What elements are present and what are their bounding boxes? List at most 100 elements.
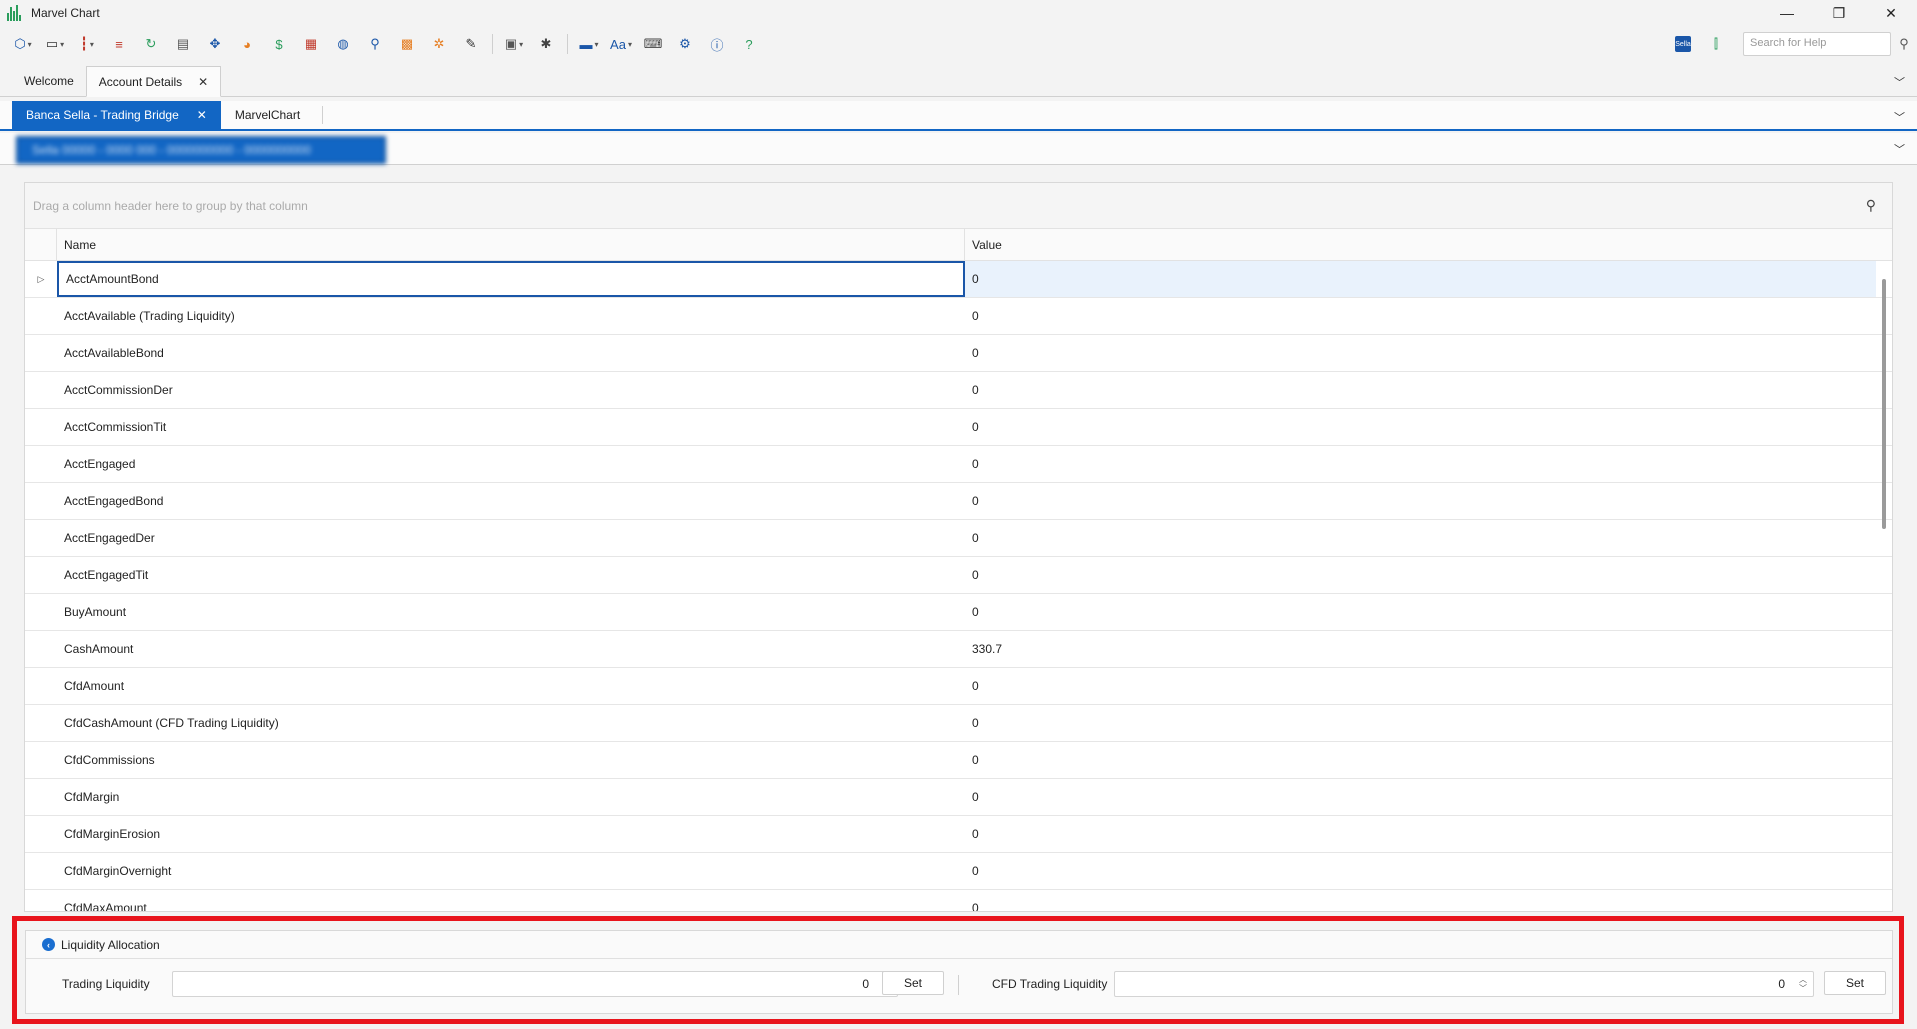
- network-icon[interactable]: ⬡: [12, 33, 34, 55]
- cell-name[interactable]: AcctCommissionTit: [57, 409, 965, 445]
- marvel-logo-icon[interactable]: ⫿: [1705, 33, 1727, 55]
- font-icon[interactable]: Aa: [610, 33, 632, 55]
- cell-name[interactable]: AcctEngagedBond: [57, 483, 965, 519]
- cell-name[interactable]: CfdCashAmount (CFD Trading Liquidity): [57, 705, 965, 741]
- cell-name[interactable]: AcctCommissionDer: [57, 372, 965, 408]
- chevron-down-icon[interactable]: ﹀: [1894, 141, 1905, 157]
- cell-name[interactable]: CfdMarginErosion: [57, 816, 965, 852]
- bug-icon[interactable]: ✱: [535, 33, 557, 55]
- table-row[interactable]: CfdMarginOvernight 0: [25, 853, 1892, 890]
- gear-icon[interactable]: ⚙: [674, 33, 696, 55]
- cell-value[interactable]: 0: [965, 483, 1876, 519]
- cell-name[interactable]: CfdMarginOvernight: [57, 853, 965, 889]
- cell-name[interactable]: CfdCommissions: [57, 742, 965, 778]
- cell-value[interactable]: 0: [965, 557, 1876, 593]
- cell-name[interactable]: CfdAmount: [57, 668, 965, 704]
- table-row[interactable]: AcctEngaged 0: [25, 446, 1892, 483]
- keyboard-icon[interactable]: ⌨: [642, 33, 664, 55]
- candles-icon[interactable]: ┇: [76, 33, 98, 55]
- cell-name[interactable]: BuyAmount: [57, 594, 965, 630]
- tab-marvelchart[interactable]: MarvelChart: [221, 101, 314, 129]
- refresh-icon[interactable]: ↻: [140, 33, 162, 55]
- restore-button[interactable]: ❐: [1813, 0, 1865, 26]
- cell-value[interactable]: 0: [965, 298, 1876, 334]
- group-panel[interactable]: Drag a column header here to group by th…: [25, 183, 1892, 229]
- sella-logo-icon[interactable]: Sella: [1675, 36, 1691, 52]
- minimize-button[interactable]: —: [1761, 0, 1813, 26]
- calendar-icon[interactable]: ▦: [300, 33, 322, 55]
- table-row[interactable]: CfdMarginErosion 0: [25, 816, 1892, 853]
- pie-icon[interactable]: ◕: [236, 33, 258, 55]
- tab-welcome[interactable]: Welcome: [12, 65, 86, 96]
- cell-value[interactable]: 0: [965, 853, 1876, 889]
- cell-value[interactable]: 0: [965, 409, 1876, 445]
- vertical-scrollbar[interactable]: [1882, 279, 1886, 529]
- close-button[interactable]: ✕: [1865, 0, 1917, 26]
- column-header-value[interactable]: Value: [965, 229, 1892, 260]
- cell-value[interactable]: 0: [965, 372, 1876, 408]
- cell-value[interactable]: 0: [965, 668, 1876, 704]
- table-row[interactable]: BuyAmount 0: [25, 594, 1892, 631]
- cell-value[interactable]: 0: [965, 446, 1876, 482]
- cell-name[interactable]: AcctEngagedTit: [57, 557, 965, 593]
- globe-icon[interactable]: ◍: [332, 33, 354, 55]
- cell-name[interactable]: AcctAvailableBond: [57, 335, 965, 371]
- table-row[interactable]: AcctAvailable (Trading Liquidity) 0: [25, 298, 1892, 335]
- table-row[interactable]: AcctEngagedTit 0: [25, 557, 1892, 594]
- cell-value[interactable]: 0: [965, 816, 1876, 852]
- cell-value[interactable]: 330.7: [965, 631, 1876, 667]
- cell-name[interactable]: AcctAvailable (Trading Liquidity): [57, 298, 965, 334]
- tab-banca-sella[interactable]: Banca Sella - Trading Bridge ✕: [12, 101, 221, 129]
- cell-value[interactable]: 0: [965, 594, 1876, 630]
- table-row[interactable]: AcctEngagedDer 0: [25, 520, 1892, 557]
- close-icon[interactable]: ✕: [198, 75, 208, 89]
- chevron-down-icon[interactable]: ﹀: [1894, 109, 1905, 125]
- cell-name[interactable]: CfdMargin: [57, 779, 965, 815]
- cell-value[interactable]: 0: [965, 335, 1876, 371]
- cell-name[interactable]: AcctEngagedDer: [57, 520, 965, 556]
- dollar-icon[interactable]: $: [268, 33, 290, 55]
- tab-account-details[interactable]: Account Details ✕: [85, 66, 222, 97]
- tab-account[interactable]: Sella 00000 - 0000 000 - 0000000000 - 00…: [16, 136, 386, 164]
- cell-name[interactable]: AcctAmountBond: [57, 261, 965, 297]
- search-icon[interactable]: ⚲: [1866, 197, 1876, 214]
- user-search-icon[interactable]: ⚲: [364, 33, 386, 55]
- cell-value[interactable]: 0: [965, 742, 1876, 778]
- cell-value[interactable]: 0: [965, 261, 1876, 297]
- cell-name[interactable]: CfdMaxAmount: [57, 890, 965, 911]
- table-row[interactable]: CfdMaxAmount 0: [25, 890, 1892, 911]
- column-header-row: Name Value: [25, 229, 1892, 261]
- table-row[interactable]: ▷ AcctAmountBond 0: [25, 261, 1892, 298]
- help-icon[interactable]: ?: [738, 33, 760, 55]
- table-row[interactable]: CfdCommissions 0: [25, 742, 1892, 779]
- cell-value[interactable]: 0: [965, 520, 1876, 556]
- info-icon[interactable]: ⓘ: [706, 33, 728, 55]
- table-row[interactable]: AcctEngagedBond 0: [25, 483, 1892, 520]
- cell-value[interactable]: 0: [965, 779, 1876, 815]
- user-edit-icon[interactable]: ✎: [460, 33, 482, 55]
- table-row[interactable]: AcctCommissionDer 0: [25, 372, 1892, 409]
- cell-value[interactable]: 0: [965, 890, 1876, 911]
- cell-name[interactable]: AcctEngaged: [57, 446, 965, 482]
- table-row[interactable]: CfdCashAmount (CFD Trading Liquidity) 0: [25, 705, 1892, 742]
- close-icon[interactable]: ✕: [197, 108, 207, 122]
- search-icon[interactable]: ⚲: [1891, 36, 1917, 52]
- layout-icon[interactable]: ▩: [396, 33, 418, 55]
- table-row[interactable]: AcctAvailableBond 0: [25, 335, 1892, 372]
- tools-icon[interactable]: ✲: [428, 33, 450, 55]
- color-icon[interactable]: ▬: [578, 33, 600, 55]
- table-row[interactable]: CfdAmount 0: [25, 668, 1892, 705]
- bars-icon[interactable]: ≡: [108, 33, 130, 55]
- cell-name[interactable]: CashAmount: [57, 631, 965, 667]
- table-row[interactable]: CfdMargin 0: [25, 779, 1892, 816]
- table-row[interactable]: AcctCommissionTit 0: [25, 409, 1892, 446]
- window-icon[interactable]: ▣: [503, 33, 525, 55]
- monitor-icon[interactable]: ▭: [44, 33, 66, 55]
- crosshair-icon[interactable]: ✥: [204, 33, 226, 55]
- chevron-down-icon[interactable]: ﹀: [1894, 74, 1905, 90]
- table-row[interactable]: CashAmount 330.7: [25, 631, 1892, 668]
- cell-value[interactable]: 0: [965, 705, 1876, 741]
- column-header-name[interactable]: Name: [57, 229, 965, 260]
- help-search-input[interactable]: Search for Help: [1743, 32, 1891, 56]
- document-icon[interactable]: ▤: [172, 33, 194, 55]
